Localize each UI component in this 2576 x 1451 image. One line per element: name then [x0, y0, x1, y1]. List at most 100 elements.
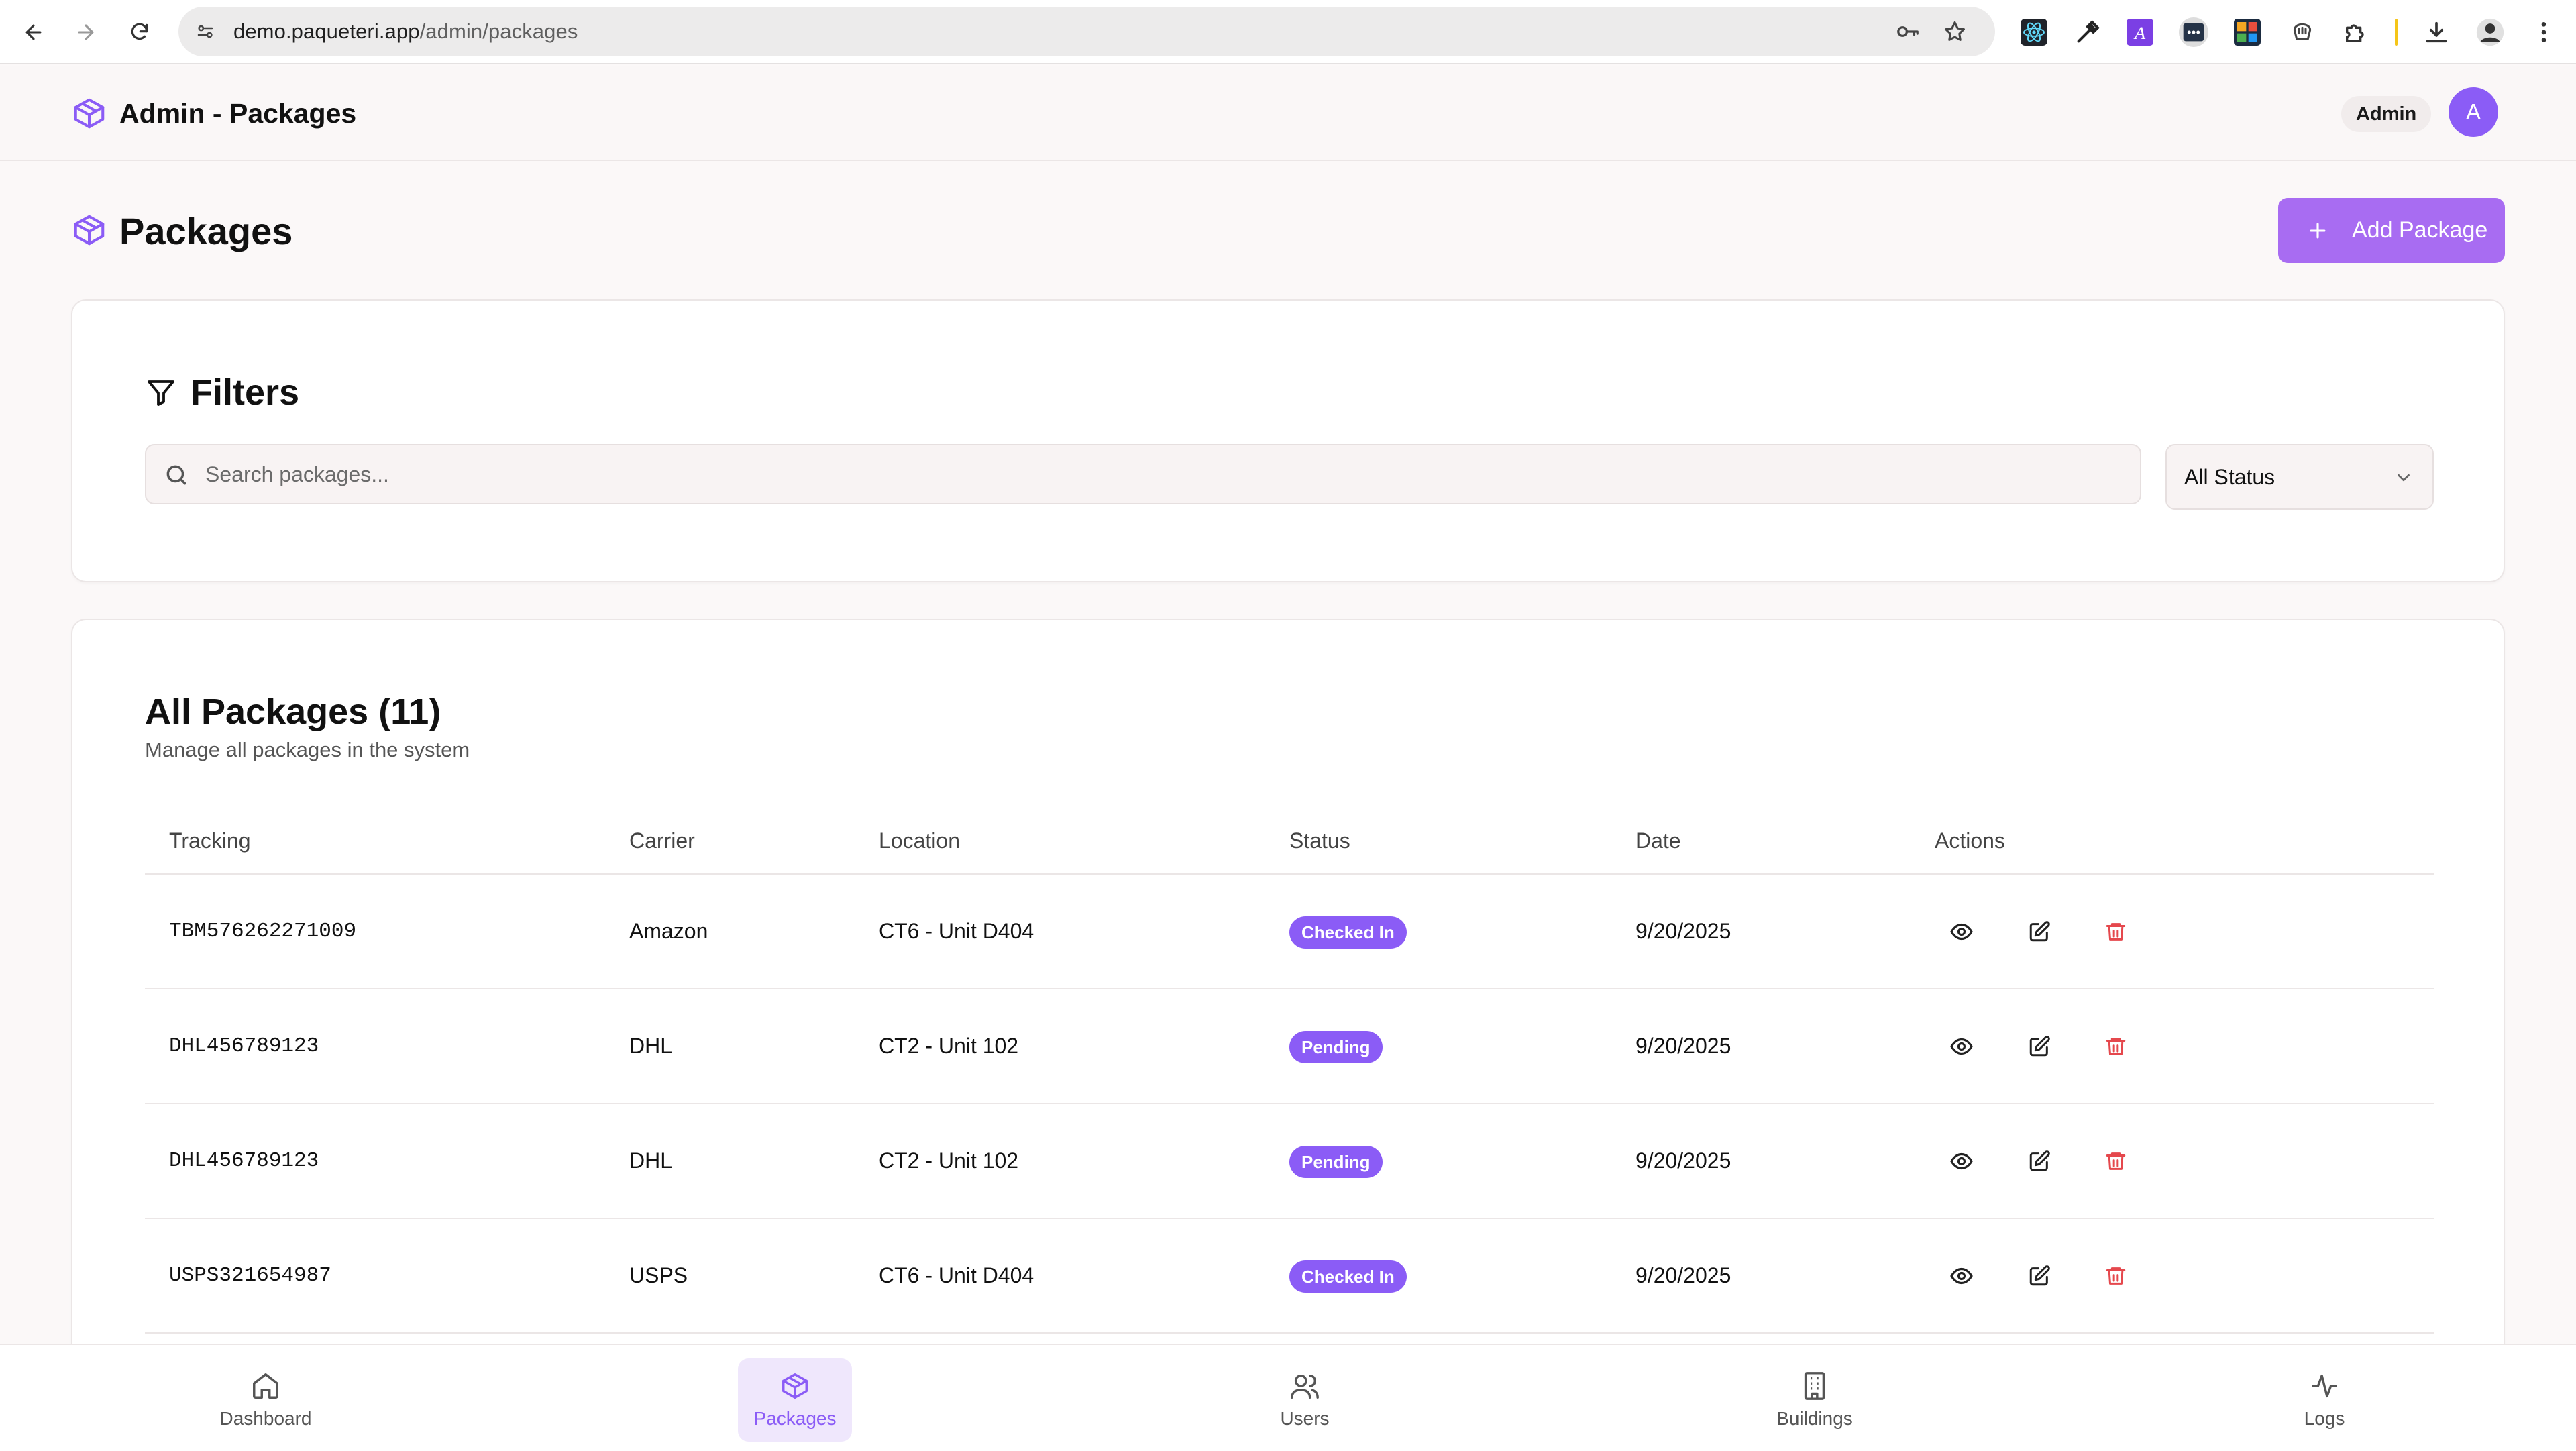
status-badge: Pending — [1289, 1031, 1383, 1063]
status-badge: Checked In — [1289, 1260, 1407, 1293]
extension-glove-icon[interactable] — [2284, 13, 2321, 51]
extension-colorful-icon[interactable] — [2229, 13, 2266, 51]
date: 9/20/2025 — [1635, 1263, 1731, 1287]
packages-table-card: All Packages (11) Manage all packages in… — [71, 619, 2505, 1451]
edit-button[interactable] — [2023, 1145, 2055, 1177]
table-subtitle: Manage all packages in the system — [145, 738, 470, 761]
chevron-down-icon — [2398, 474, 2410, 482]
view-button[interactable] — [1945, 1260, 1978, 1292]
view-button[interactable] — [1945, 1030, 1978, 1063]
carrier: DHL — [629, 1148, 673, 1173]
tracking-number: DHL456789123 — [169, 1149, 319, 1173]
app-title: Admin - Packages — [119, 98, 357, 129]
downloads-icon[interactable] — [2418, 13, 2455, 51]
trash-icon — [2106, 923, 2126, 941]
eye-icon — [1950, 1152, 1973, 1170]
status-badge: Checked In — [1289, 916, 1407, 949]
location: CT6 - Unit D404 — [879, 919, 1034, 943]
tracking-number: TBM576262271009 — [169, 920, 357, 943]
date: 9/20/2025 — [1635, 1034, 1731, 1058]
nav-label: Dashboard — [219, 1408, 312, 1429]
reload-icon — [131, 23, 148, 40]
location: CT6 - Unit D404 — [879, 1263, 1034, 1287]
edit-button[interactable] — [2023, 1260, 2055, 1292]
table-row: USPS321654987 USPS CT6 - Unit D404 Check… — [145, 1219, 2434, 1334]
column-header-tracking: Tracking — [169, 828, 251, 853]
profile-avatar-icon[interactable] — [2471, 13, 2509, 51]
edit-icon — [2029, 1265, 2050, 1286]
site-settings-icon[interactable] — [192, 18, 219, 45]
table-row: DHL456789123 DHL CT2 - Unit 102 Pending … — [145, 1104, 2434, 1219]
edit-icon — [2029, 1036, 2050, 1057]
delete-button[interactable] — [2100, 1260, 2132, 1292]
package-icon — [782, 1373, 808, 1399]
svg-text:A: A — [2133, 23, 2146, 43]
eye-icon — [1950, 923, 1973, 941]
package-icon — [74, 98, 105, 129]
nav-item-logs[interactable]: Logs — [2267, 1358, 2381, 1442]
extension-eyedropper-icon[interactable] — [2069, 13, 2106, 51]
status-badge: Pending — [1289, 1146, 1383, 1178]
extension-dots-icon[interactable] — [2175, 13, 2212, 51]
toolbar-divider — [2395, 19, 2398, 46]
nav-item-packages[interactable]: Packages — [738, 1358, 852, 1442]
location: CT2 - Unit 102 — [879, 1148, 1019, 1173]
arrow-left-icon — [25, 24, 42, 40]
table-header-row: Tracking Carrier Location Status Date Ac… — [145, 808, 2434, 875]
column-header-date: Date — [1635, 828, 1681, 853]
table-row: TBM576262271009 Amazon CT6 - Unit D404 C… — [145, 875, 2434, 989]
packages-table: Tracking Carrier Location Status Date Ac… — [145, 808, 2434, 1334]
bookmark-star-icon[interactable] — [1941, 18, 1968, 45]
browser-toolbar: demo.paqueteri.app/admin/packages A — [0, 0, 2576, 64]
date: 9/20/2025 — [1635, 1148, 1731, 1173]
table-title: All Packages (11) — [145, 692, 441, 732]
filter-icon — [148, 380, 174, 406]
nav-item-dashboard[interactable]: Dashboard — [209, 1358, 323, 1442]
column-header-actions: Actions — [1935, 828, 2005, 853]
view-button[interactable] — [1945, 1145, 1978, 1177]
browser-menu-icon[interactable] — [2525, 13, 2563, 51]
filters-title: Filters — [191, 372, 300, 413]
nav-label: Buildings — [1776, 1408, 1853, 1429]
extension-a-icon[interactable]: A — [2121, 13, 2159, 51]
eye-icon — [1950, 1038, 1973, 1055]
forward-button[interactable] — [66, 12, 106, 52]
reload-button[interactable] — [119, 12, 160, 52]
column-header-location: Location — [879, 828, 960, 853]
delete-button[interactable] — [2100, 1030, 2132, 1063]
password-key-icon[interactable] — [1894, 18, 1921, 45]
edit-button[interactable] — [2023, 916, 2055, 948]
date: 9/20/2025 — [1635, 919, 1731, 943]
column-header-status: Status — [1289, 828, 1350, 853]
building-icon — [1804, 1372, 1825, 1400]
add-package-label: Add Package — [2352, 217, 2488, 243]
nav-item-buildings[interactable]: Buildings — [1758, 1358, 1872, 1442]
add-package-button[interactable]: Add Package — [2278, 198, 2505, 263]
app-header: Admin - Packages Admin A — [0, 66, 2576, 161]
delete-button[interactable] — [2100, 1145, 2132, 1177]
search-input[interactable] — [205, 445, 2124, 503]
trash-icon — [2106, 1152, 2126, 1170]
nav-label: Users — [1280, 1408, 1330, 1429]
package-icon — [74, 215, 105, 246]
home-icon — [253, 1373, 278, 1399]
user-avatar[interactable]: A — [2449, 87, 2498, 137]
filters-card: Filters All Status — [71, 299, 2505, 582]
extensions-puzzle-icon[interactable] — [2337, 13, 2375, 51]
view-button[interactable] — [1945, 916, 1978, 948]
carrier: USPS — [629, 1263, 688, 1287]
status-select-value: All Status — [2184, 465, 2275, 489]
address-bar[interactable]: demo.paqueteri.app/admin/packages — [178, 7, 1995, 56]
nav-label: Packages — [753, 1408, 837, 1429]
nav-label: Logs — [2304, 1408, 2345, 1429]
extension-react-icon[interactable] — [2015, 13, 2053, 51]
back-button[interactable] — [13, 12, 54, 52]
search-field[interactable] — [145, 444, 2141, 504]
url-path: /admin/packages — [419, 19, 578, 43]
arrow-right-icon — [78, 24, 94, 40]
edit-button[interactable] — [2023, 1030, 2055, 1063]
delete-button[interactable] — [2100, 916, 2132, 948]
nav-item-users[interactable]: Users — [1248, 1358, 1362, 1442]
status-select[interactable]: All Status — [2165, 444, 2434, 510]
carrier: DHL — [629, 1034, 673, 1058]
